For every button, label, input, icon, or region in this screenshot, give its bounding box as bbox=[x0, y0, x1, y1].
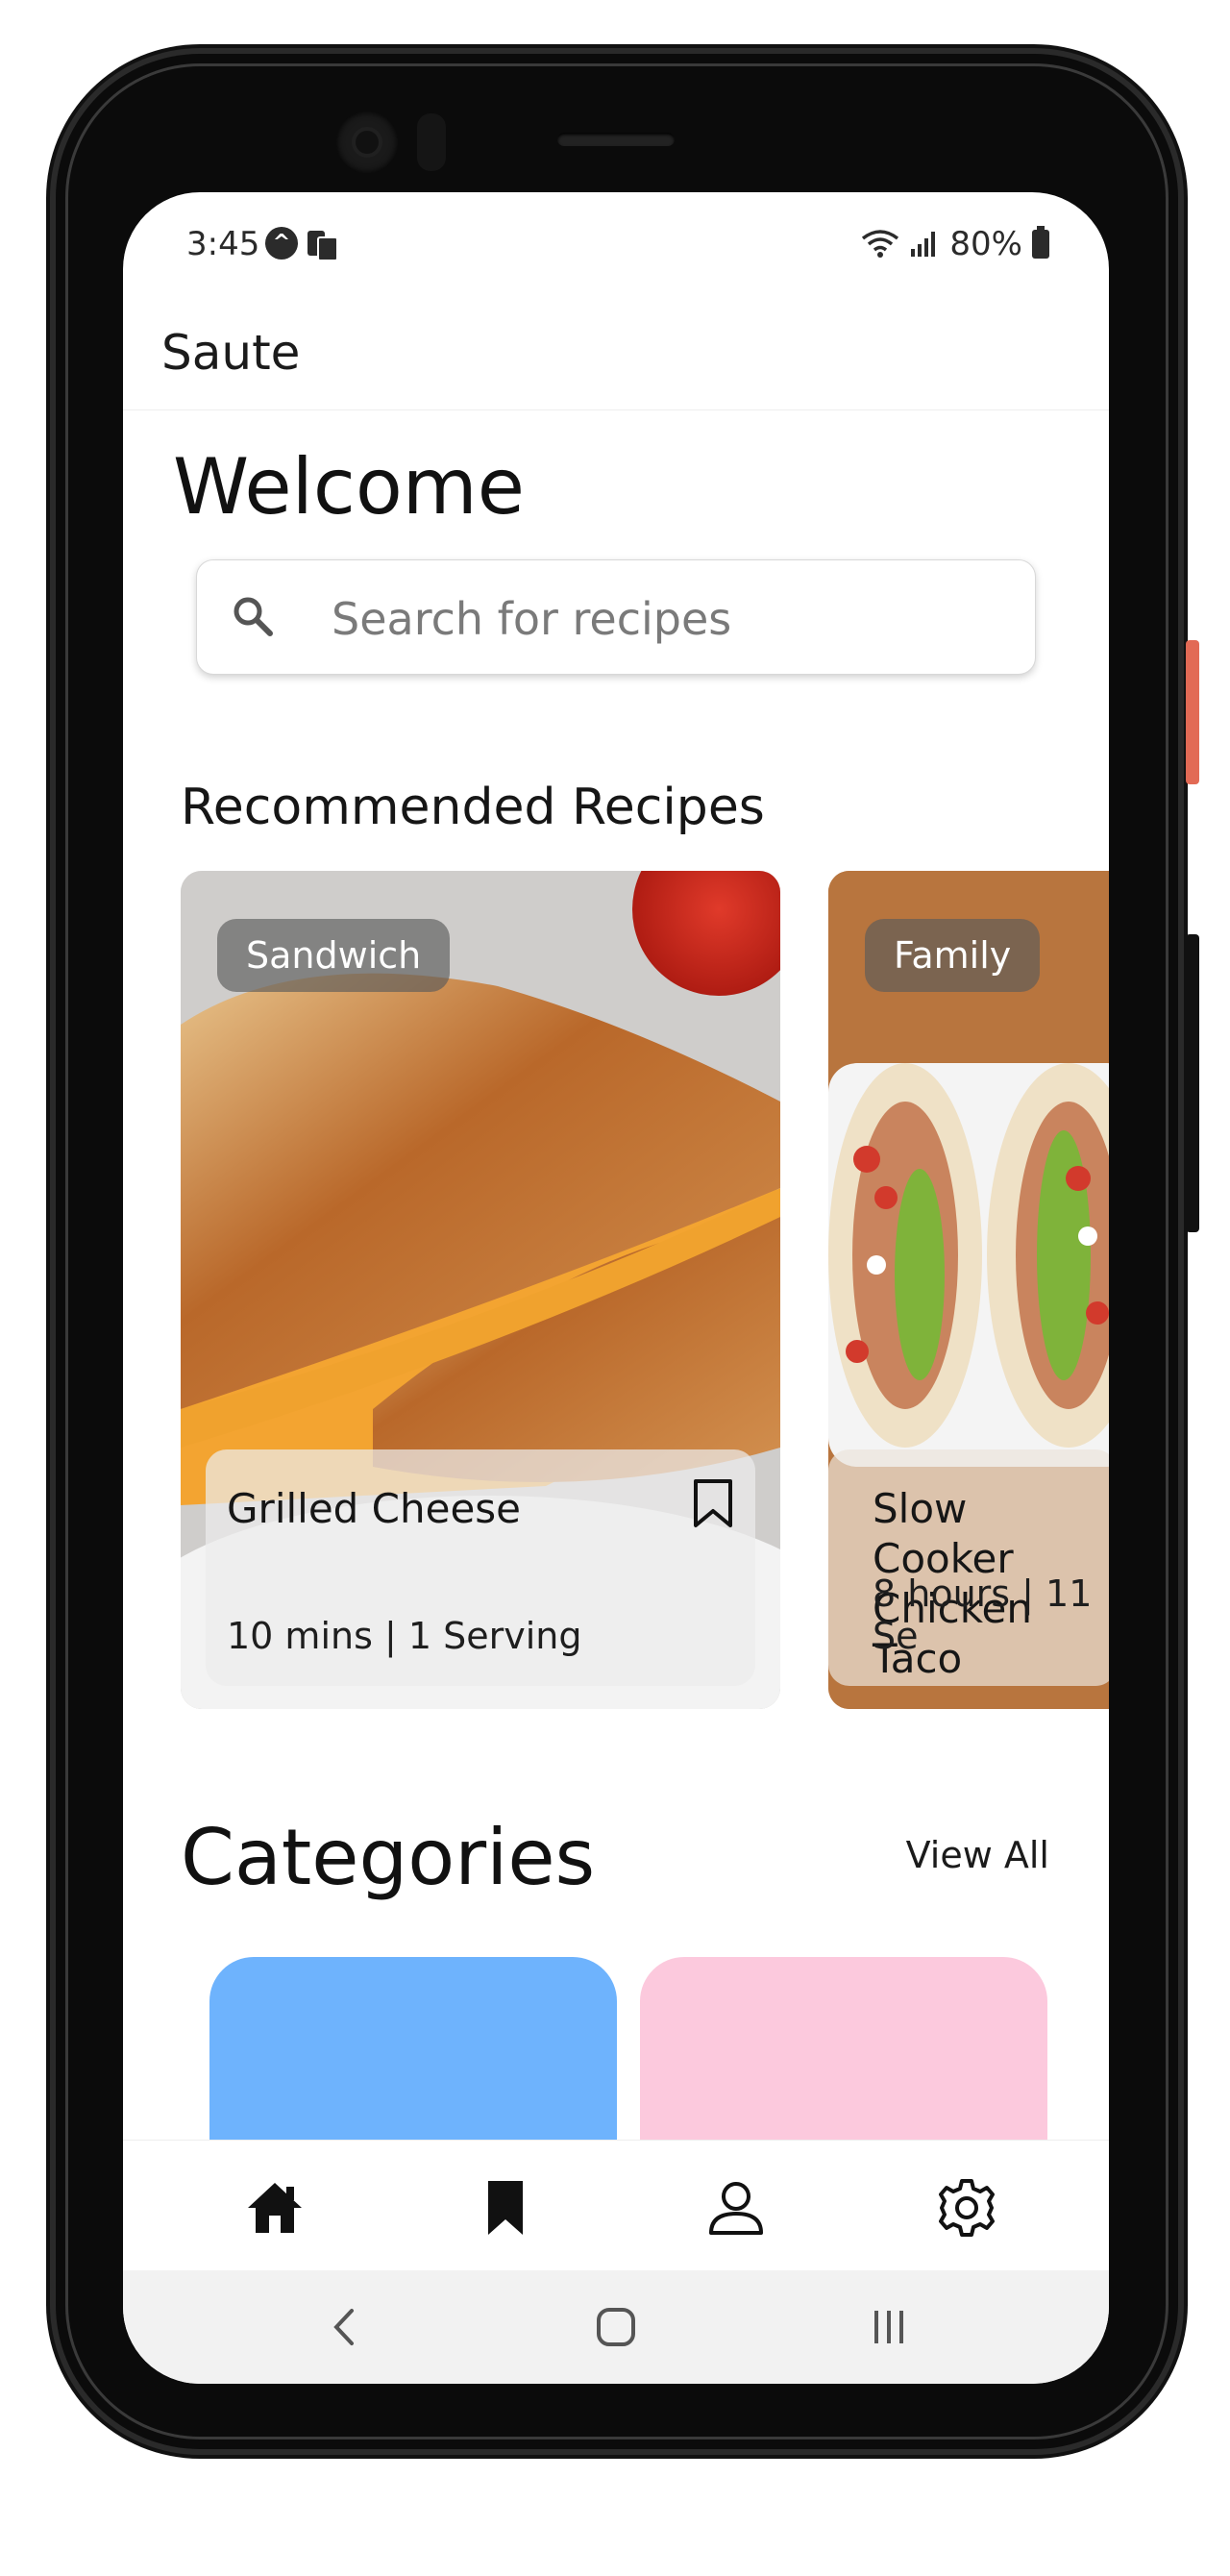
bookmark-icon[interactable] bbox=[692, 1478, 734, 1528]
back-icon[interactable] bbox=[321, 2303, 369, 2351]
search-icon bbox=[234, 597, 273, 636]
battery-icon bbox=[1032, 226, 1049, 259]
welcome-heading: Welcome bbox=[173, 442, 525, 532]
app-bar: Saute bbox=[123, 298, 1109, 410]
status-time: 3:45 bbox=[186, 225, 260, 263]
categories-title: Categories bbox=[181, 1813, 596, 1902]
app-title: Saute bbox=[161, 325, 301, 381]
home-icon[interactable] bbox=[244, 2177, 306, 2239]
recipe-info-panel: Grilled Cheese 10 mins | 1 Serving bbox=[206, 1449, 755, 1686]
power-button bbox=[1186, 934, 1199, 1232]
status-bar: 3:45 ^ 80% bbox=[123, 192, 1109, 298]
bottom-nav bbox=[123, 2140, 1109, 2271]
profile-icon[interactable] bbox=[705, 2177, 767, 2239]
system-nav-bar bbox=[123, 2270, 1109, 2384]
bookmark-icon[interactable] bbox=[475, 2177, 536, 2239]
wifi-icon bbox=[862, 230, 899, 258]
recipe-card-grilled-cheese[interactable]: Sandwich Grilled Cheese 10 mins | 1 Serv… bbox=[181, 871, 780, 1709]
category-tag: Family bbox=[865, 919, 1041, 992]
settings-icon[interactable] bbox=[936, 2177, 997, 2239]
category-tag: Sandwich bbox=[217, 919, 451, 992]
recipe-name-line-1: Slow Cooker bbox=[873, 1485, 1014, 1582]
view-all-link[interactable]: View All bbox=[906, 1834, 1049, 1876]
front-camera bbox=[336, 111, 398, 173]
recipe-card-chicken-taco[interactable]: Family Slow Cooker Chicken Taco 8 hours … bbox=[828, 871, 1109, 1709]
battery-percent: 80% bbox=[949, 225, 1022, 263]
volume-button bbox=[1186, 640, 1199, 784]
notification-icons: ^ bbox=[265, 227, 338, 261]
recents-icon[interactable] bbox=[865, 2303, 913, 2351]
clipboard-icon bbox=[306, 227, 338, 261]
status-right: 80% bbox=[861, 225, 1049, 263]
recipe-meta: 8 hours | 11 Se bbox=[873, 1573, 1093, 1657]
proximity-sensor bbox=[417, 113, 446, 171]
recommended-title: Recommended Recipes bbox=[181, 779, 765, 836]
recipe-meta: 10 mins | 1 Serving bbox=[227, 1615, 582, 1657]
recipe-name: Grilled Cheese bbox=[227, 1485, 522, 1532]
recipe-info-panel: Slow Cooker Chicken Taco 8 hours | 11 Se bbox=[828, 1449, 1109, 1686]
earpiece-speaker bbox=[557, 133, 675, 146]
search-bar[interactable]: Search for recipes bbox=[196, 559, 1036, 675]
accessibility-icon: ^ bbox=[265, 227, 298, 260]
signal-icon bbox=[911, 232, 936, 257]
home-button-icon[interactable] bbox=[592, 2303, 640, 2351]
search-input[interactable]: Search for recipes bbox=[332, 593, 731, 645]
screen: 3:45 ^ 80% Saute Welcome Search for reci… bbox=[123, 192, 1109, 2384]
